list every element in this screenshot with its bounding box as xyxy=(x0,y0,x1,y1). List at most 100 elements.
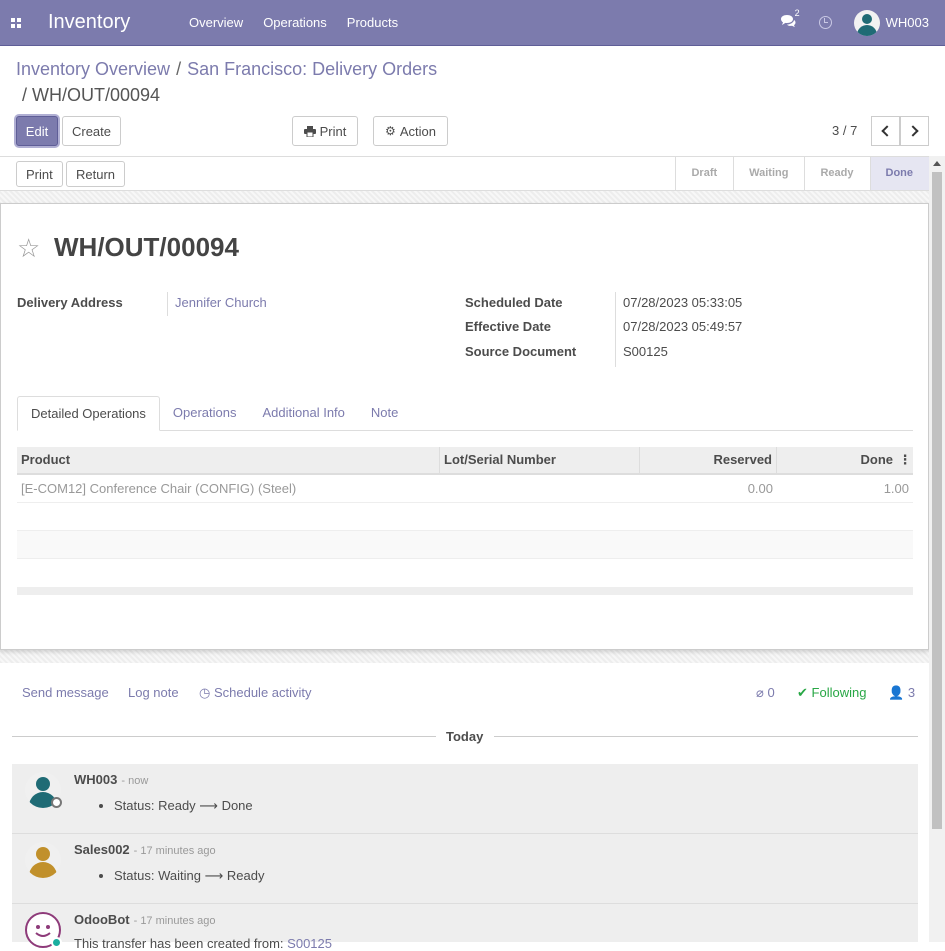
return-button[interactable]: Return xyxy=(66,161,126,187)
print-dropdown-button[interactable]: Print xyxy=(292,116,358,146)
column-done[interactable]: Done xyxy=(777,447,897,473)
tab-note[interactable]: Note xyxy=(358,396,411,430)
statusbar: Print Return Draft Waiting Ready Done xyxy=(0,156,929,191)
following-button[interactable]: ✔ Following xyxy=(797,685,866,701)
column-reserved[interactable]: Reserved xyxy=(640,447,777,473)
empty-row xyxy=(17,531,913,559)
followers-button[interactable]: 👤 3 xyxy=(888,685,915,701)
apps-menu-icon[interactable] xyxy=(0,0,32,46)
cell-done: 1.00 xyxy=(883,481,909,496)
menu-overview[interactable]: Overview xyxy=(179,0,253,46)
log-note-button[interactable]: Log note xyxy=(128,685,179,700)
messaging-icon[interactable]: 2 xyxy=(768,8,808,31)
record-title: WH/OUT/00094 xyxy=(54,232,239,262)
cell-product: [E-COM12] Conference Chair (CONFIG) (Ste… xyxy=(21,481,297,496)
check-icon: ✔ xyxy=(797,685,808,700)
avatar xyxy=(25,842,61,878)
gear-icon: ⚙ xyxy=(385,124,396,138)
top-navbar: Inventory Overview Operations Products 2… xyxy=(0,0,945,46)
form-sheet: ☆ WH/OUT/00094 Delivery Address Jennifer… xyxy=(0,203,929,650)
menu-operations[interactable]: Operations xyxy=(253,0,337,46)
activity-clock-icon[interactable] xyxy=(808,16,844,29)
notebook-tabs: Detailed Operations Operations Additiona… xyxy=(17,396,913,431)
user-menu[interactable]: WH003 xyxy=(844,9,945,36)
delivery-address-link[interactable]: Jennifer Church xyxy=(175,295,267,310)
table-footer xyxy=(17,587,913,595)
scheduled-date-label: Scheduled Date xyxy=(465,295,563,310)
arrow-right-icon: ⟶ xyxy=(204,868,224,883)
pager-previous-button[interactable] xyxy=(871,116,900,146)
pager-next-button[interactable] xyxy=(900,116,929,146)
breadcrumb-inventory-overview[interactable]: Inventory Overview xyxy=(16,59,170,79)
create-button[interactable]: Create xyxy=(62,116,121,146)
user-name: WH003 xyxy=(885,15,929,30)
chatter-topbar: Send message Log note ◷ Schedule activit… xyxy=(0,678,929,708)
scheduled-date-value: 07/28/2023 05:33:05 xyxy=(623,295,743,310)
menu-products[interactable]: Products xyxy=(337,0,408,46)
tab-detailed-operations[interactable]: Detailed Operations xyxy=(17,396,160,431)
stage-draft: Draft xyxy=(675,157,733,190)
presence-icon xyxy=(51,937,62,948)
send-message-button[interactable]: Send message xyxy=(22,685,109,700)
star-icon[interactable]: ☆ xyxy=(17,235,40,261)
message-time: - 17 minutes ago xyxy=(133,915,216,927)
scroll-up-arrow-icon xyxy=(933,161,941,166)
chatter-message: WH003 - now Status: Ready ⟶ Done xyxy=(12,764,918,834)
tracking-value: Status: Waiting ⟶ Ready xyxy=(114,868,264,884)
breadcrumb-delivery-orders[interactable]: San Francisco: Delivery Orders xyxy=(187,59,437,79)
clock-icon: ◷ xyxy=(199,685,211,700)
breadcrumb-current: / WH/OUT/00094 xyxy=(22,85,161,105)
move-lines-table: Product Lot/Serial Number Reserved Done … xyxy=(17,447,913,595)
schedule-activity-button[interactable]: ◷ Schedule activity xyxy=(199,685,312,701)
source-order-link[interactable]: S00125 xyxy=(287,936,332,951)
stage-waiting: Waiting xyxy=(733,157,804,190)
edit-button[interactable]: Edit xyxy=(16,116,58,146)
print-icon xyxy=(303,125,316,137)
scrollbar[interactable] xyxy=(929,156,945,942)
paperclip-icon: ⌀ xyxy=(756,685,764,700)
table-header: Product Lot/Serial Number Reserved Done … xyxy=(17,447,913,475)
main-menu: Overview Operations Products xyxy=(179,0,408,46)
column-lot-serial[interactable]: Lot/Serial Number xyxy=(440,447,640,473)
effective-date-label: Effective Date xyxy=(465,319,551,334)
cell-lot xyxy=(440,475,640,502)
cell-reserved: 0.00 xyxy=(747,481,773,496)
message-author[interactable]: WH003 xyxy=(74,772,117,787)
tab-operations[interactable]: Operations xyxy=(160,396,250,430)
message-time: - 17 minutes ago xyxy=(133,845,216,857)
source-document-value: S00125 xyxy=(623,344,668,359)
date-separator: Today xyxy=(12,728,918,744)
delivery-address-label: Delivery Address xyxy=(17,295,123,310)
message-body: This transfer has been created from: S00… xyxy=(74,936,332,951)
chatter-message: OdooBot - 17 minutes ago This transfer ha… xyxy=(12,904,918,951)
source-document-label: Source Document xyxy=(465,344,577,359)
pager-value[interactable]: 3 / 7 xyxy=(832,123,857,138)
app-brand[interactable]: Inventory xyxy=(48,11,179,34)
scrollbar-thumb xyxy=(932,172,942,829)
message-time: - now xyxy=(121,775,149,787)
messaging-count: 2 xyxy=(794,8,800,18)
breadcrumb: Inventory Overview / San Francisco: Delive… xyxy=(16,59,438,79)
optional-columns-icon[interactable]: ⋮ xyxy=(897,447,913,473)
tracking-value: Status: Ready ⟶ Done xyxy=(114,798,253,814)
user-icon: 👤 xyxy=(888,685,905,700)
effective-date-value: 07/28/2023 05:49:57 xyxy=(623,319,743,334)
table-row[interactable]: [E-COM12] Conference Chair (CONFIG) (Ste… xyxy=(17,475,913,503)
action-dropdown-button[interactable]: ⚙ Action xyxy=(373,116,448,146)
presence-icon xyxy=(51,797,62,808)
stage-pipeline: Draft Waiting Ready Done xyxy=(675,157,929,190)
chevron-right-icon xyxy=(907,125,919,137)
user-avatar xyxy=(853,9,880,36)
message-author[interactable]: Sales002 xyxy=(74,842,130,857)
print-button[interactable]: Print xyxy=(16,161,63,187)
chatter-message: Sales002- 17 minutes ago Status: Waiting… xyxy=(12,834,918,904)
empty-row xyxy=(17,503,913,531)
chevron-left-icon xyxy=(881,125,893,137)
stage-done: Done xyxy=(869,157,929,190)
tab-additional-info[interactable]: Additional Info xyxy=(250,396,358,430)
column-product[interactable]: Product xyxy=(17,447,440,473)
stage-ready: Ready xyxy=(804,157,869,190)
arrow-right-icon: ⟶ xyxy=(199,798,218,813)
attachments-button[interactable]: ⌀ 0 xyxy=(756,685,775,701)
message-author[interactable]: OdooBot xyxy=(74,912,130,927)
